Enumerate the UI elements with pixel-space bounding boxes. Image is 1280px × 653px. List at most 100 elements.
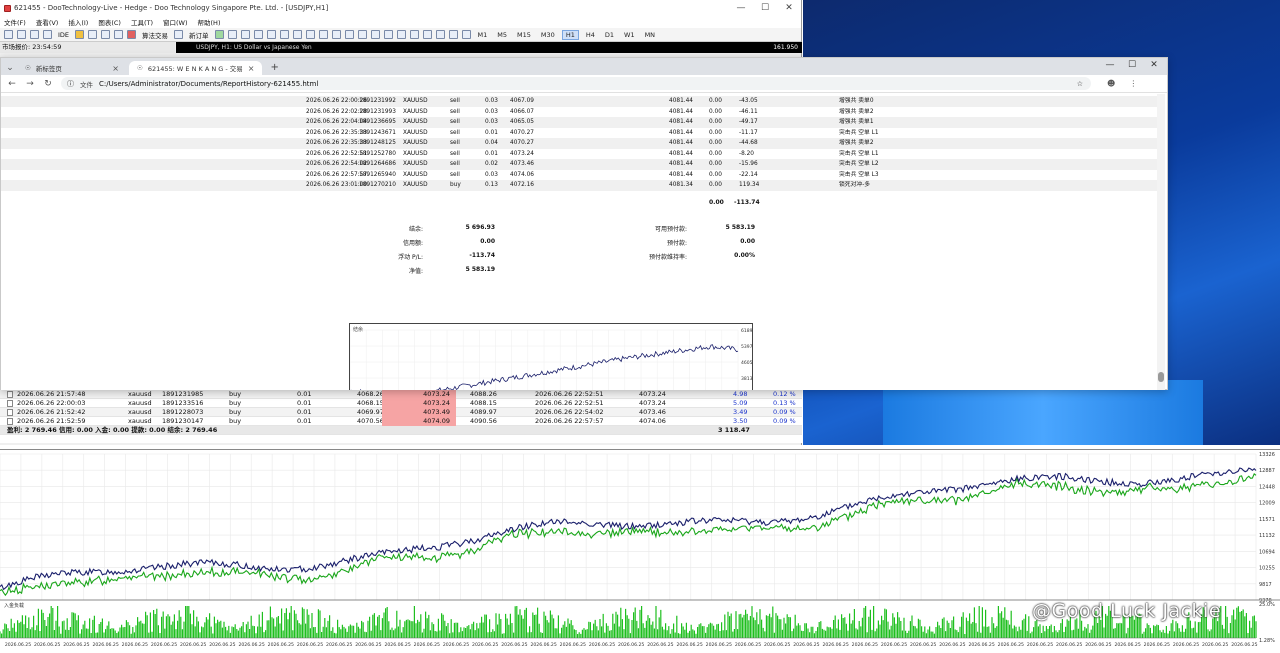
zoom-out-icon[interactable] xyxy=(266,30,276,39)
algo-trading-icon[interactable] xyxy=(127,30,137,39)
tf-h4[interactable]: H4 xyxy=(583,31,598,39)
tf-m30[interactable]: M30 xyxy=(538,31,558,39)
close-icon[interactable]: ✕ xyxy=(1143,60,1165,70)
summary-label: 浮动 P/L: xyxy=(398,254,423,261)
deal-cell-close: 4081.44 xyxy=(669,98,693,104)
candle-chart-icon[interactable] xyxy=(227,30,237,39)
vertical-scrollbar[interactable] xyxy=(1157,94,1165,390)
tf-h1[interactable]: H1 xyxy=(561,29,579,40)
deal-cell-volume: 0.03 xyxy=(485,108,498,115)
table-row[interactable]: 2026.06.26 21:52:42 xauusd 1891228073 bu… xyxy=(0,408,802,417)
templates-icon[interactable] xyxy=(331,30,341,39)
deal-cell-volume: 0.04 xyxy=(485,140,498,146)
x-tick-label: 2026.06.25 xyxy=(297,642,323,648)
deal-cell-profit: -22.14 xyxy=(739,171,758,178)
close-tab-icon[interactable]: × xyxy=(248,64,255,73)
deal-cell-swap: 0.00 xyxy=(709,182,722,188)
address-input[interactable]: ⓘ 文件 C:/Users/Administrator/Documents/Re… xyxy=(61,77,1091,90)
chart-tab[interactable]: USDJPY, H1: US Dollar vs Japanese Yen 16… xyxy=(176,42,802,53)
summary-value: 0.00% xyxy=(734,252,755,259)
vertical-line-icon[interactable] xyxy=(370,30,380,39)
profiles-icon[interactable] xyxy=(17,30,26,39)
deal-cell-swap: 0.00 xyxy=(709,129,722,136)
sub-y-tick-label: 1.28% xyxy=(1259,638,1275,644)
navigator-icon[interactable] xyxy=(43,30,52,39)
bookmark-star-icon[interactable]: ☆ xyxy=(1077,80,1083,88)
text-icon[interactable] xyxy=(435,30,445,39)
new-order-button[interactable]: 新订单 xyxy=(187,30,211,40)
deal-cell-swap: 0.00 xyxy=(709,161,722,167)
cloud-icon[interactable] xyxy=(101,30,111,39)
bar-chart-icon[interactable] xyxy=(214,30,224,39)
x-tick-label: 2026.06.25 xyxy=(852,642,878,648)
horizontal-line-icon[interactable] xyxy=(383,30,393,39)
tf-mn[interactable]: MN xyxy=(642,31,658,39)
x-tick-label: 2026.06.25 xyxy=(414,642,440,648)
tf-d1[interactable]: D1 xyxy=(602,31,617,39)
maximize-icon[interactable]: ☐ xyxy=(1121,60,1143,70)
menu-help[interactable]: 帮助(H) xyxy=(198,17,221,27)
cursor-icon[interactable] xyxy=(344,30,354,39)
tile-icon[interactable] xyxy=(279,30,289,39)
deal-cell-ticket: 1891264686 xyxy=(359,161,396,167)
profile-icon[interactable]: ☻ xyxy=(1107,79,1115,88)
tf-m1[interactable]: M1 xyxy=(475,31,491,39)
scrollbar-thumb[interactable] xyxy=(1158,372,1164,382)
tab-new[interactable]: ☉ 新标签页 × xyxy=(17,61,127,75)
new-order-icon[interactable] xyxy=(174,30,184,39)
menu-dots-icon[interactable]: ⋮ xyxy=(1129,79,1137,88)
trendline-icon[interactable] xyxy=(396,30,406,39)
forward-icon[interactable]: → xyxy=(25,79,35,89)
deal-cell-swap: 0.00 xyxy=(709,150,722,157)
menu-view[interactable]: 查看(V) xyxy=(36,17,59,27)
x-tick-label: 2026.06.25 xyxy=(618,642,644,648)
shift-icon[interactable] xyxy=(305,30,315,39)
deal-cell-time: 2026.06.26 22:02:28 xyxy=(306,108,368,115)
vps-icon[interactable] xyxy=(114,30,124,39)
new-tab-button[interactable]: + xyxy=(264,61,284,75)
signal-icon[interactable] xyxy=(88,30,98,39)
close-tab-icon[interactable]: × xyxy=(112,64,119,73)
tab-search-icon[interactable]: ⌄ xyxy=(5,61,15,75)
menu-file[interactable]: 文件(F) xyxy=(4,17,26,27)
indicators-icon[interactable] xyxy=(318,30,328,39)
address-bar-row: ← → ↻ ⓘ 文件 C:/Users/Administrator/Docume… xyxy=(1,75,1167,93)
label-icon[interactable] xyxy=(448,30,458,39)
crosshair-icon[interactable] xyxy=(357,30,367,39)
minimize-icon[interactable]: — xyxy=(729,3,753,13)
market-watch-header[interactable]: 市场报价: 23:54:59 xyxy=(0,42,175,53)
line-chart-icon[interactable] xyxy=(240,30,250,39)
channel-icon[interactable] xyxy=(409,30,419,39)
deal-cell-symbol: XAUUSD xyxy=(403,150,428,157)
ide-button[interactable]: IDE xyxy=(56,31,71,39)
deal-cell-time: 2026.06.26 22:04:04 xyxy=(306,119,368,125)
deal-cell-type: buy xyxy=(450,182,461,188)
tf-w1[interactable]: W1 xyxy=(621,31,638,39)
menu-charts[interactable]: 图表(C) xyxy=(98,17,121,27)
deal-cell-open: 4067.09 xyxy=(510,98,534,104)
maximize-icon[interactable]: ☐ xyxy=(753,3,777,13)
shapes-icon[interactable] xyxy=(461,30,471,39)
fibo-icon[interactable] xyxy=(422,30,432,39)
table-row[interactable]: 2026.06.26 22:00:03 xauusd 1891233516 bu… xyxy=(0,399,802,408)
reload-icon[interactable]: ↻ xyxy=(43,79,53,89)
deal-cell-open: 4072.16 xyxy=(510,182,534,188)
tab-report[interactable]: ☉ 621455: W E N K A N G - 交易 × xyxy=(129,61,263,75)
menu-insert[interactable]: 插入(I) xyxy=(68,17,88,27)
tf-m15[interactable]: M15 xyxy=(514,31,534,39)
lock-icon[interactable] xyxy=(75,30,85,39)
zoom-in-icon[interactable] xyxy=(253,30,263,39)
algo-trading-button[interactable]: 算法交易 xyxy=(140,30,170,40)
table-row[interactable]: 2026.06.26 21:52:59 xauusd 1891230147 bu… xyxy=(0,417,802,426)
table-row[interactable]: 2026.06.26 21:57:48 xauusd 1891231985 bu… xyxy=(0,390,802,399)
menu-window[interactable]: 窗口(W) xyxy=(163,17,188,27)
menu-tools[interactable]: 工具(T) xyxy=(131,17,153,27)
deal-cell-comment: 突击兵 空单 L1 xyxy=(839,150,879,157)
market-watch-icon[interactable] xyxy=(30,30,39,39)
new-chart-icon[interactable] xyxy=(4,30,13,39)
tf-m5[interactable]: M5 xyxy=(494,31,510,39)
minimize-icon[interactable]: — xyxy=(1099,60,1121,70)
back-icon[interactable]: ← xyxy=(7,79,17,89)
close-icon[interactable]: ✕ xyxy=(777,3,801,13)
autoscroll-icon[interactable] xyxy=(292,30,302,39)
